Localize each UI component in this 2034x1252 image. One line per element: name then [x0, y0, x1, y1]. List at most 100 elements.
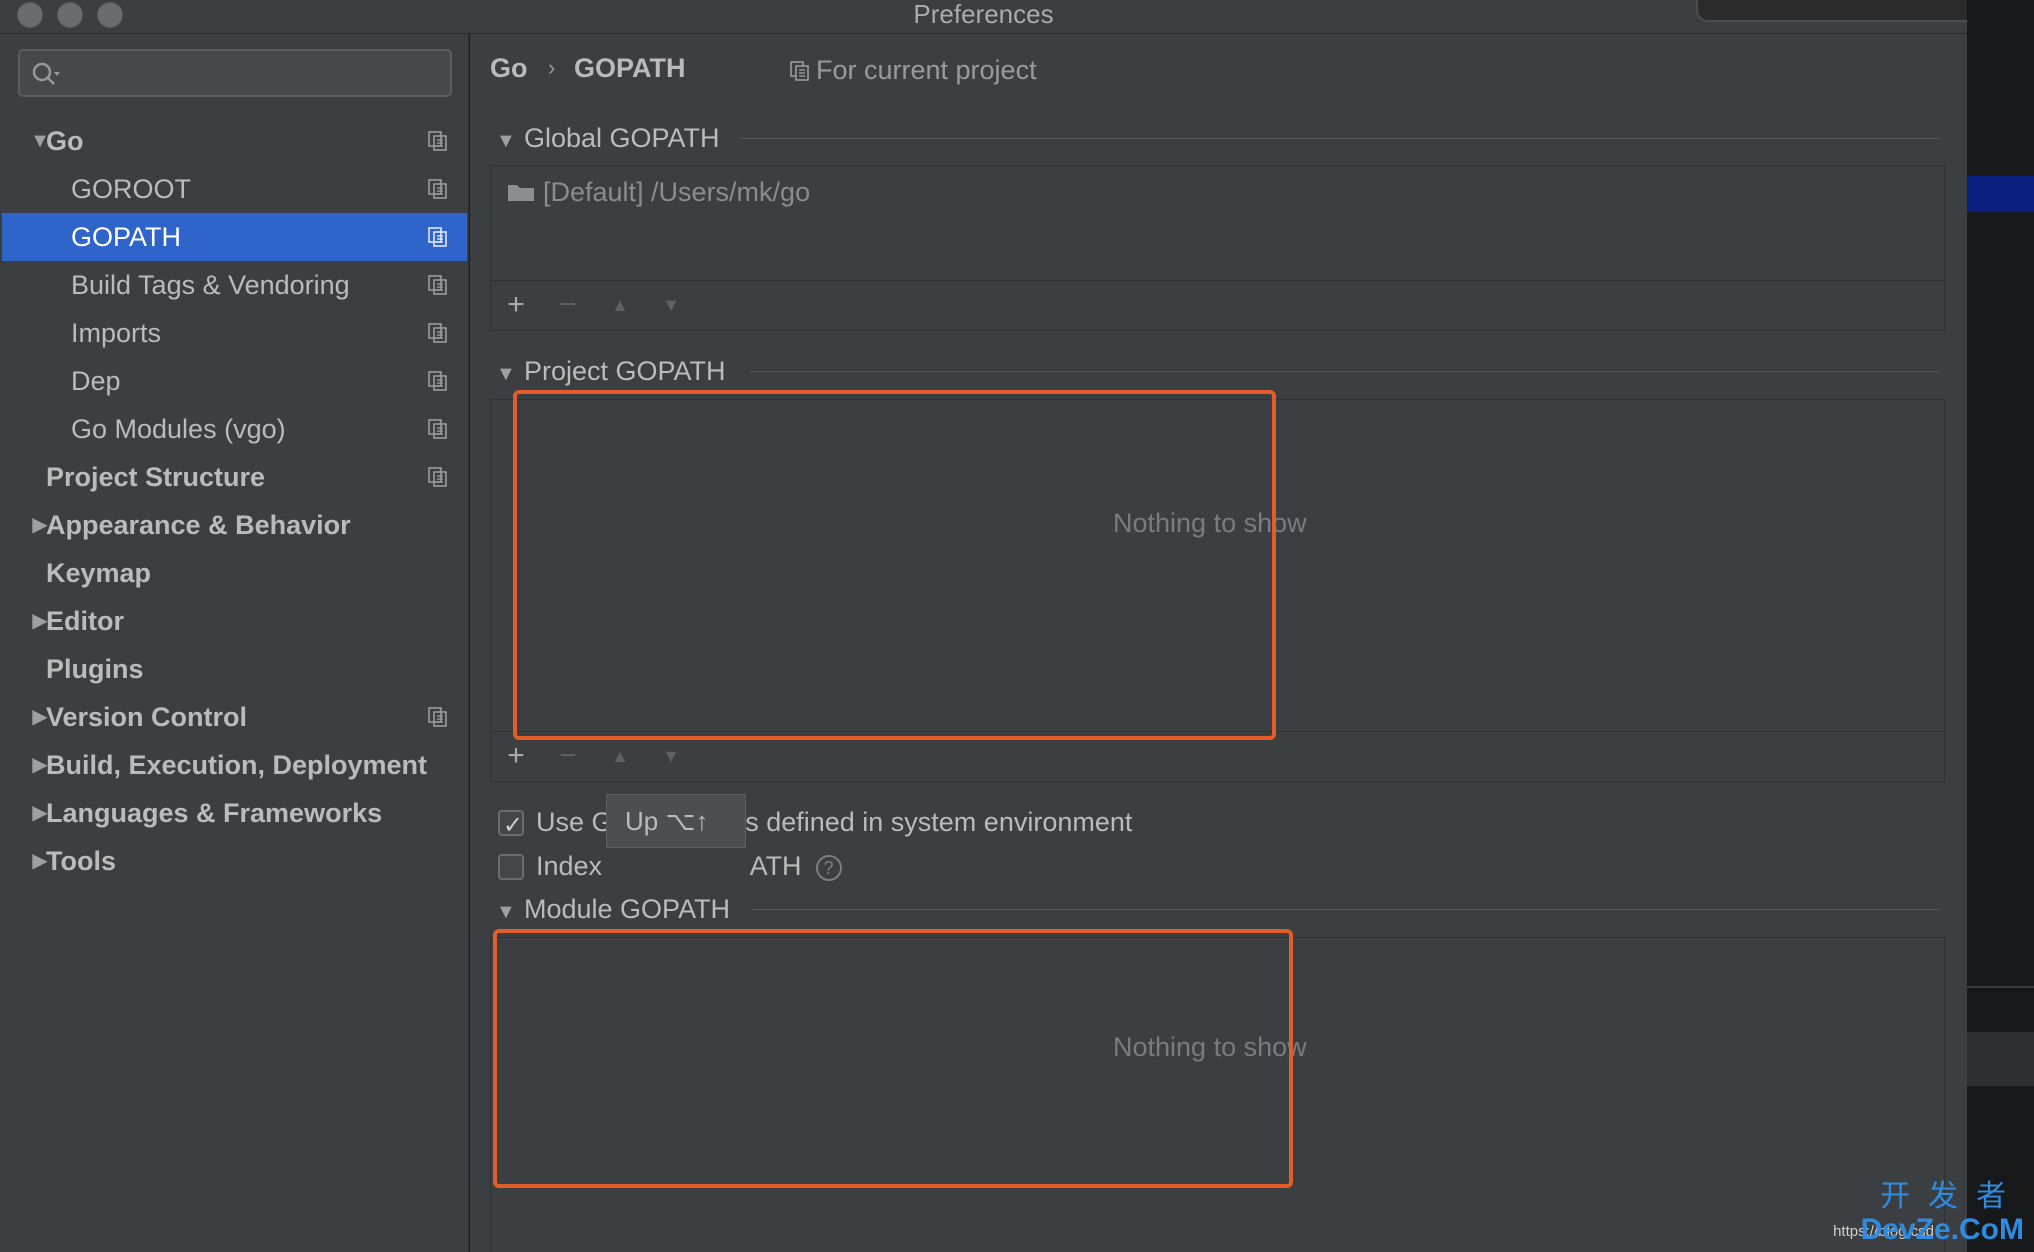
index-entire-gopath-label-end: ATH	[749, 851, 802, 881]
sidebar-item-label: GOROOT	[71, 174, 191, 204]
page-title: GOPATH	[574, 53, 686, 83]
sidebar-item-goroot[interactable]: GOROOT	[2, 165, 467, 213]
use-system-gopath-checkbox[interactable]: ✓	[498, 810, 524, 839]
sidebar-item-build-execution-deployment[interactable]: ▶ Build, Execution, Deployment	[2, 741, 467, 789]
sidebar-item-gopath[interactable]: GOPATH	[2, 213, 467, 261]
sidebar-item-label: Project Structure	[46, 462, 266, 492]
move-up-button[interactable]: ▲	[605, 290, 635, 320]
sidebar-item-label: Languages & Frameworks	[46, 798, 383, 828]
sidebar-item-label: Dep	[71, 366, 121, 396]
sidebar-item-appearance-behavior[interactable]: ▶ Appearance & Behavior	[2, 501, 467, 549]
sidebar-item-label: Go	[46, 126, 84, 156]
project-gopath-list[interactable]: Nothing to show	[491, 400, 1944, 732]
section-divider	[750, 371, 1939, 372]
move-up-tooltip: Up ⌥↑	[606, 794, 746, 848]
window-title: Preferences	[913, 0, 1054, 29]
module-gopath-panel: Nothing to show	[490, 937, 1945, 1252]
sidebar-item-label: Build, Execution, Deployment	[46, 750, 428, 780]
settings-sidebar: ▼ Go GOROOT GOPATH Build Tags & Vendoring Imp…	[0, 34, 469, 1252]
copy-icon	[428, 707, 447, 727]
expand-triangle-icon: ▼	[496, 363, 516, 385]
sidebar-item-label: GOPATH	[71, 222, 182, 252]
copy-icon	[428, 179, 447, 199]
scope-label-text: For current project	[816, 55, 1037, 85]
sidebar-item-tools[interactable]: ▶ Tools	[2, 837, 467, 885]
use-system-gopath-label-end: t's defined in system environment	[732, 807, 1133, 837]
module-gopath-title: Module GOPATH	[524, 894, 731, 924]
copy-icon	[428, 419, 447, 439]
empty-list-text: Nothing to show	[1113, 508, 1307, 538]
copy-icon	[428, 131, 447, 151]
global-gopath-header[interactable]: ▼ Global GOPATH	[496, 120, 720, 159]
copy-icon	[428, 227, 447, 247]
sidebar-item-label: Keymap	[46, 558, 152, 588]
module-gopath-header[interactable]: ▼ Module GOPATH	[496, 891, 730, 930]
global-gopath-panel: [Default] /Users/mk/go + − ▲ ▼	[490, 165, 1945, 331]
sidebar-item-editor[interactable]: ▶ Editor	[2, 597, 467, 645]
project-gopath-header[interactable]: ▼ Project GOPATH	[496, 353, 726, 392]
index-entire-gopath-option[interactable]: Index ATH?	[498, 848, 842, 884]
sidebar-item-version-control[interactable]: ▶ Version Control	[2, 693, 467, 741]
background-divider	[1967, 986, 2034, 988]
remove-button[interactable]: −	[553, 741, 583, 771]
expand-triangle-icon: ▼	[496, 130, 516, 152]
check-mark-icon: ✓	[503, 812, 524, 839]
section-divider	[752, 909, 1939, 910]
sidebar-item-project-structure[interactable]: Project Structure	[2, 453, 467, 501]
sidebar-item-plugins[interactable]: Plugins	[2, 645, 467, 693]
copy-icon	[790, 61, 809, 81]
add-button[interactable]: +	[501, 741, 531, 771]
project-gopath-title: Project GOPATH	[524, 356, 726, 386]
copy-icon	[428, 323, 447, 343]
sidebar-item-label: Imports	[71, 318, 162, 348]
sidebar-item-keymap[interactable]: Keymap	[2, 549, 467, 597]
sidebar-item-label: Version Control	[46, 702, 248, 732]
sidebar-item-languages-frameworks[interactable]: ▶ Languages & Frameworks	[2, 789, 467, 837]
sidebar-item-go[interactable]: ▼ Go	[2, 117, 467, 165]
section-divider	[740, 138, 1939, 139]
global-gopath-title: Global GOPATH	[524, 123, 720, 153]
sidebar-item-imports[interactable]: Imports	[2, 309, 467, 357]
use-system-gopath-option[interactable]: ✓ Use G t's defined in system environment	[498, 804, 1132, 840]
sidebar-item-dep[interactable]: Dep	[2, 357, 467, 405]
watermark-logo: 开发者 DevZe.CoM	[1861, 1180, 2024, 1246]
help-icon[interactable]: ?	[815, 855, 842, 881]
sidebar-item-label: Go Modules (vgo)	[71, 414, 286, 444]
search-icon	[32, 62, 60, 85]
module-gopath-list[interactable]: Nothing to show	[491, 938, 1944, 1252]
use-system-gopath-label-start: Use G	[536, 807, 613, 837]
global-gopath-list[interactable]: [Default] /Users/mk/go	[491, 166, 1944, 281]
scope-label: For current project	[790, 54, 1037, 86]
sidebar-item-label: Tools	[46, 846, 116, 876]
breadcrumb-go[interactable]: Go	[490, 50, 528, 86]
watermark-chinese: 开发者	[1880, 1180, 2024, 1213]
index-entire-gopath-label-start: Index	[536, 851, 610, 881]
list-item[interactable]: [Default] /Users/mk/go	[507, 174, 810, 210]
background-window	[1967, 0, 2034, 1252]
window-title-bar: Preferences	[0, 0, 2034, 34]
settings-search-input[interactable]	[18, 49, 452, 97]
sidebar-item-build-tags-vendoring[interactable]: Build Tags & Vendoring	[2, 261, 467, 309]
move-down-button[interactable]: ▼	[656, 741, 686, 771]
gopath-entry-text: [Default] /Users/mk/go	[543, 177, 811, 207]
watermark-brand: DevZe.CoM	[1860, 1213, 2024, 1246]
sidebar-item-go-modules-vgo[interactable]: Go Modules (vgo)	[2, 405, 467, 453]
copy-icon	[428, 467, 447, 487]
empty-list-text: Nothing to show	[1113, 1032, 1307, 1062]
move-down-button[interactable]: ▼	[656, 290, 686, 320]
index-entire-gopath-checkbox[interactable]	[498, 854, 524, 880]
copy-icon	[428, 371, 447, 391]
expand-triangle-icon: ▼	[496, 901, 516, 923]
move-up-button[interactable]: ▲	[605, 741, 635, 771]
add-button[interactable]: +	[501, 290, 531, 320]
project-gopath-panel: Nothing to show + − ▲ ▼	[490, 399, 1945, 782]
sidebar-item-label: Plugins	[46, 654, 144, 684]
background-panel	[1967, 1032, 2034, 1086]
copy-icon	[428, 275, 447, 295]
global-gopath-toolbar: + − ▲ ▼	[491, 280, 1944, 330]
folder-icon	[508, 185, 534, 201]
remove-button[interactable]: −	[553, 290, 583, 320]
project-gopath-toolbar: + − ▲ ▼	[491, 731, 1944, 781]
breadcrumb-separator: ›	[548, 55, 556, 80]
sidebar-item-label: Appearance & Behavior	[46, 510, 351, 540]
